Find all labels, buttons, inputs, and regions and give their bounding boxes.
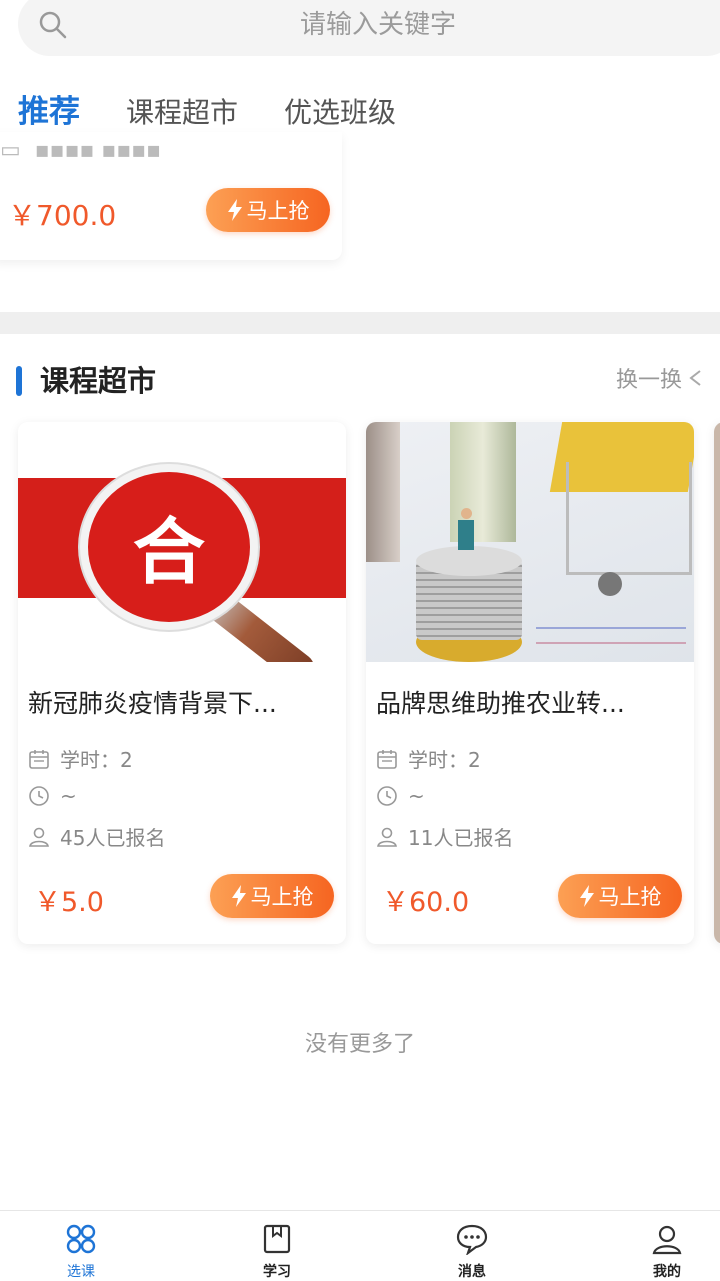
course-hours: 学时：2	[376, 744, 481, 773]
person-icon	[377, 827, 397, 847]
nav-label: 我的	[653, 1264, 681, 1280]
nav-label: 选课	[67, 1264, 95, 1280]
course-time: ~	[376, 784, 425, 808]
user-icon	[652, 1225, 682, 1255]
no-more-text: 没有更多了	[304, 1032, 415, 1057]
course-card[interactable]: 合 新冠肺炎疫情背景下... 学时：2 ~ 45人已报名 ￥5.0 马上抢	[18, 422, 346, 944]
grab-button-label: 马上抢	[246, 199, 310, 223]
tab-recommend[interactable]: 推荐	[18, 86, 80, 131]
nav-item-messages[interactable]: 消息	[432, 1223, 512, 1281]
calendar-icon	[377, 749, 397, 769]
course-enrolled: 11人已报名	[376, 822, 513, 851]
nav-label: 学习	[263, 1264, 291, 1280]
search-input[interactable]	[78, 2, 678, 48]
refresh-button[interactable]: 换一换	[616, 362, 702, 394]
section-title: 课程超市	[40, 364, 157, 398]
clock-icon	[377, 786, 397, 806]
course-enrolled: 45人已报名	[28, 822, 165, 851]
nav-item-study[interactable]: 学习	[237, 1223, 317, 1281]
grab-button[interactable]: 马上抢	[210, 874, 334, 918]
nav-item-select-course[interactable]: 选课	[41, 1223, 121, 1281]
grab-button-label: 马上抢	[598, 885, 662, 909]
refresh-icon	[689, 370, 701, 386]
thumbnail-badge: 合	[132, 508, 205, 594]
course-enrolled-text: 11人已报名	[408, 826, 514, 850]
lightning-icon	[227, 199, 242, 221]
cut-off-text: ▭ ▪▪▪▪ ▪▪▪▪	[0, 138, 162, 163]
lightning-icon	[579, 885, 594, 907]
grab-button[interactable]: 马上抢	[206, 188, 330, 232]
grab-button-label: 马上抢	[250, 885, 314, 909]
person-icon	[29, 827, 49, 847]
course-title: 新冠肺炎疫情背景下...	[28, 689, 277, 718]
tab-preferred-class[interactable]: 优选班级	[284, 91, 396, 131]
lightning-icon	[231, 885, 246, 907]
course-title: 品牌思维助推农业转...	[376, 689, 625, 718]
course-enrolled-text: 45人已报名	[60, 826, 166, 850]
book-icon	[263, 1224, 291, 1254]
course-time-text: ~	[408, 784, 425, 808]
course-hours-text: 学时：2	[60, 748, 133, 772]
course-thumbnail: 合	[18, 422, 346, 662]
calendar-icon	[29, 749, 49, 769]
refresh-label: 换一换	[615, 368, 682, 393]
bottom-nav: 选课 学习 消息 我的	[0, 1210, 720, 1281]
course-card[interactable]: 品牌思维助推农业转... 学时：2 ~ 11人已报名 ￥60.0 马上抢	[366, 422, 694, 944]
price: ￥5.0	[34, 887, 104, 918]
search-bar[interactable]	[18, 0, 720, 56]
nav-item-mine[interactable]: 我的	[627, 1223, 707, 1281]
nav-label: 消息	[458, 1264, 486, 1280]
course-hours: 学时：2	[28, 744, 133, 773]
grab-button[interactable]: 马上抢	[558, 874, 682, 918]
section-accent-bar	[16, 366, 22, 396]
chat-icon	[456, 1224, 488, 1256]
section-divider	[0, 312, 720, 334]
course-card-peek[interactable]	[714, 422, 720, 944]
price: ￥60.0	[382, 887, 470, 918]
course-time: ~	[28, 784, 77, 808]
search-icon	[39, 11, 67, 39]
course-time-text: ~	[60, 784, 77, 808]
clock-icon	[29, 786, 49, 806]
course-thumbnail	[366, 422, 694, 662]
course-card-partial[interactable]: ▭ ▪▪▪▪ ▪▪▪▪ ￥700.0 马上抢	[0, 132, 342, 260]
price: ￥700.0	[8, 199, 117, 232]
tab-course-market[interactable]: 课程超市	[126, 91, 238, 131]
grid-icon	[66, 1224, 96, 1254]
top-tabs: 推荐 课程超市 优选班级	[0, 86, 720, 134]
course-hours-text: 学时：2	[408, 748, 481, 772]
